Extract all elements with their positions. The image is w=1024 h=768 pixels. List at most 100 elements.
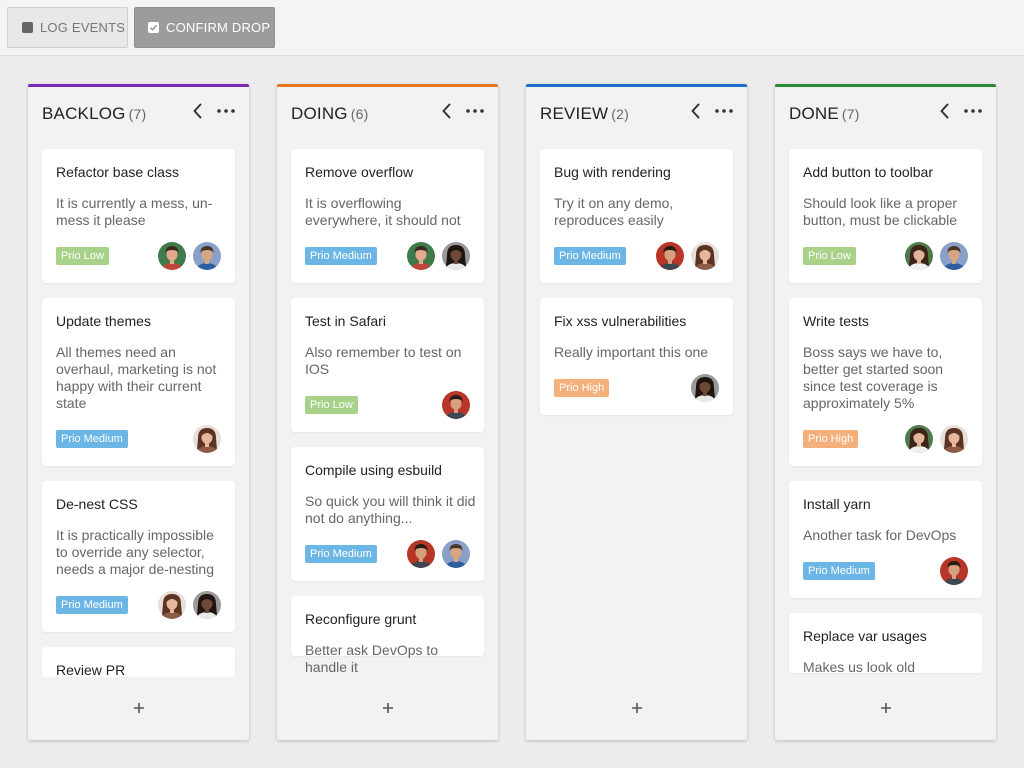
card-title: Bug with rendering (554, 164, 671, 180)
avatar-woman-brown[interactable] (691, 242, 719, 270)
task-card[interactable]: De-nest CSS It is practically impossible … (42, 481, 235, 632)
card-description: Boss says we have to, better get started… (803, 344, 944, 411)
more-horizontal-icon[interactable] (464, 101, 486, 121)
card-description: Another task for DevOps (803, 527, 957, 543)
column-done: DONE (7) Add button to toolbar Should look… (775, 84, 996, 740)
card-title: Add button to toolbar (803, 164, 933, 180)
column-title: DONE (7) (789, 104, 860, 123)
task-card[interactable]: Update themes All themes need an overhaul… (42, 298, 235, 466)
add-card-button[interactable] (28, 688, 249, 732)
task-card[interactable]: Bug with rendering Try it on any demo, re… (540, 149, 733, 283)
card-title: Test in Safari (305, 313, 386, 329)
task-card[interactable]: Write tests Boss says we have to, better … (789, 298, 982, 466)
avatar-man-green[interactable] (158, 242, 186, 270)
card-title: Remove overflow (305, 164, 414, 180)
chevron-left-icon[interactable] (438, 101, 456, 121)
avatar-woman-brown[interactable] (193, 425, 221, 453)
avatar-man-blue[interactable] (193, 242, 221, 270)
avatar-man-blue[interactable] (940, 242, 968, 270)
avatar-woman-brown[interactable] (940, 425, 968, 453)
card-description: Try it on any demo, reproduces easily (554, 195, 674, 228)
add-card-button[interactable] (277, 688, 498, 732)
priority-tag: Prio High (554, 379, 610, 397)
plus-icon (132, 701, 146, 720)
column-body: Refactor base class It is currently a mes… (28, 139, 249, 677)
card-title: Compile using esbuild (305, 462, 442, 478)
avatar-woman-brown[interactable] (158, 591, 186, 619)
task-card[interactable]: Refactor base class It is currently a mes… (42, 149, 235, 283)
more-horizontal-icon[interactable] (713, 101, 735, 121)
chevron-left-icon[interactable] (936, 101, 954, 121)
toolbar: LOG EVENTS CONFIRM DROP (0, 0, 1024, 56)
priority-tag: Prio Medium (56, 596, 128, 614)
checkbox-checked-icon (148, 22, 159, 33)
column-count: (7) (128, 106, 147, 122)
task-card[interactable]: Review PR (42, 647, 235, 677)
priority-tag: Prio Low (803, 247, 856, 265)
priority-tag: Prio Medium (305, 247, 377, 265)
card-description: Also remember to test on IOS (305, 344, 462, 377)
avatar-man-red[interactable] (940, 557, 968, 585)
column-review: REVIEW (2) Bug with rendering Try it on an… (526, 84, 747, 740)
avatar-woman-green[interactable] (905, 425, 933, 453)
priority-tag: Prio Medium (554, 247, 626, 265)
task-card[interactable]: Compile using esbuild So quick you will t… (291, 447, 484, 581)
card-description: It is currently a mess, un-mess it pleas… (56, 195, 213, 228)
avatar-man-red[interactable] (442, 391, 470, 419)
avatar-woman-curly[interactable] (193, 591, 221, 619)
avatar-man-blue[interactable] (442, 540, 470, 568)
card-description: It is overflowing everywhere, it should … (305, 195, 461, 228)
avatar-woman-curly[interactable] (691, 374, 719, 402)
card-title: Reconfigure grunt (305, 611, 417, 627)
more-horizontal-icon[interactable] (215, 101, 237, 121)
more-horizontal-icon[interactable] (962, 101, 984, 121)
column-body: Add button to toolbar Should look like a … (775, 139, 996, 677)
task-card[interactable]: Replace var usages Makes us look old (789, 613, 982, 675)
task-card[interactable]: Reconfigure grunt Better ask DevOps to ha… (291, 596, 484, 675)
column-body: Remove overflow It is overflowing everywh… (277, 139, 498, 677)
column-count: (7) (841, 106, 860, 122)
card-title: Fix xss vulnerabilities (554, 313, 687, 329)
task-card[interactable]: Add button to toolbar Should look like a … (789, 149, 982, 283)
log-events-label: LOG EVENTS (40, 20, 126, 35)
priority-tag: Prio Low (56, 247, 109, 265)
card-description: Should look like a proper button, must b… (803, 195, 958, 228)
priority-tag: Prio Low (305, 396, 358, 414)
card-title: Write tests (803, 313, 869, 329)
column-count: (2) (611, 106, 629, 122)
card-description: All themes need an overhaul, marketing i… (56, 344, 217, 411)
priority-tag: Prio High (803, 430, 859, 448)
avatar-man-red[interactable] (656, 242, 684, 270)
avatar-man-green[interactable] (407, 242, 435, 270)
add-card-button[interactable] (526, 688, 747, 732)
column-title: DOING (6) (291, 104, 369, 123)
avatar-man-red[interactable] (407, 540, 435, 568)
card-description: Better ask DevOps to handle it (305, 642, 439, 675)
avatar-woman-curly[interactable] (442, 242, 470, 270)
chevron-left-icon[interactable] (687, 101, 705, 121)
column-header: DONE (7) (775, 87, 996, 139)
task-card[interactable]: Test in Safari Also remember to test on I… (291, 298, 484, 432)
task-card[interactable]: Remove overflow It is overflowing everywh… (291, 149, 484, 283)
card-title: Replace var usages (803, 628, 927, 644)
add-card-button[interactable] (775, 688, 996, 732)
chevron-left-icon[interactable] (189, 101, 207, 121)
card-description: So quick you will think it did not do an… (305, 493, 476, 526)
log-events-button[interactable]: LOG EVENTS (7, 7, 128, 48)
priority-tag: Prio Medium (803, 562, 875, 580)
plus-icon (879, 701, 893, 720)
task-card[interactable]: Install yarn Another task for DevOps Prio … (789, 481, 982, 598)
priority-tag: Prio Medium (56, 430, 128, 448)
task-card[interactable]: Fix xss vulnerabilities Really important … (540, 298, 733, 415)
column-backlog: BACKLOG (7) Refactor base class It is curr… (28, 84, 249, 740)
card-title: Review PR (56, 662, 126, 677)
plus-icon (381, 701, 395, 720)
column-header: REVIEW (2) (526, 87, 747, 139)
column-doing: DOING (6) Remove overflow It is overflowin… (277, 84, 498, 740)
card-title: Refactor base class (56, 164, 179, 180)
card-description: It is practically impossible to override… (56, 527, 214, 577)
card-description: Makes us look old (803, 659, 916, 675)
avatar-woman-green[interactable] (905, 242, 933, 270)
confirm-drop-button[interactable]: CONFIRM DROP (134, 7, 275, 48)
column-title: BACKLOG (7) (42, 104, 147, 123)
